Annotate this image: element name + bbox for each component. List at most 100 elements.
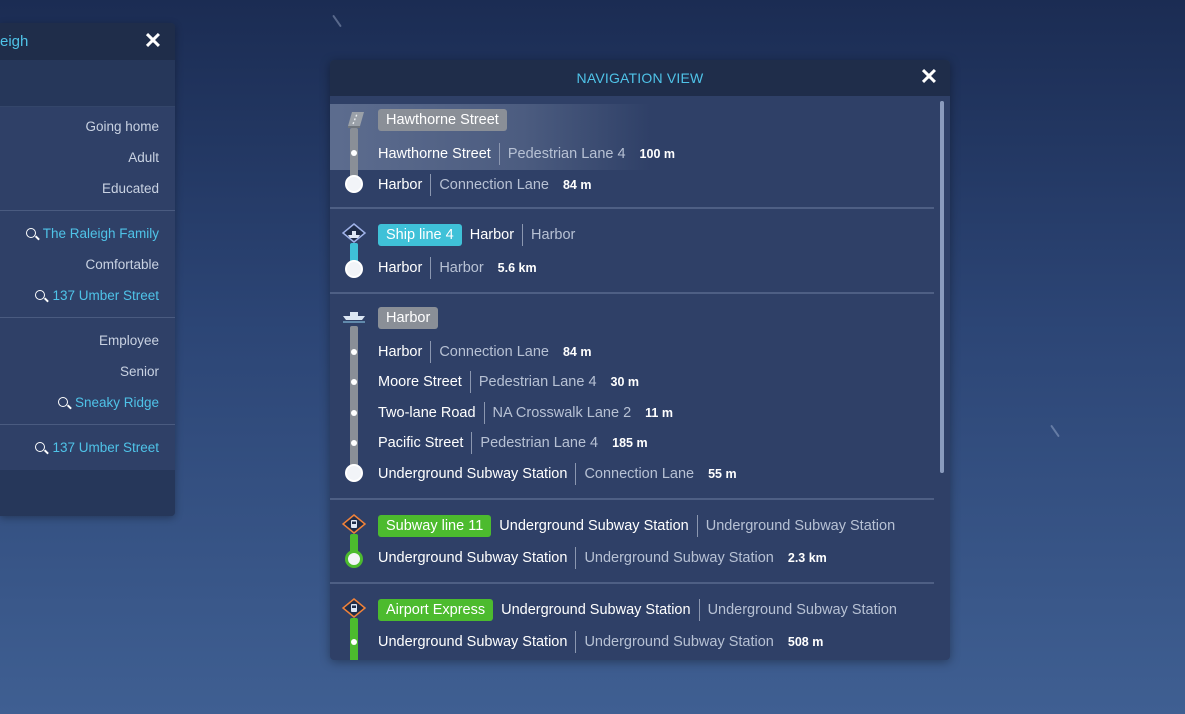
- route-leg: Airport Express Underground Subway Stati…: [330, 584, 934, 660]
- background-speck: [1050, 424, 1060, 438]
- step-distance: 84 m: [562, 178, 592, 192]
- step-distance: 185 m: [612, 436, 648, 450]
- household-link[interactable]: The Raleigh Family: [0, 218, 175, 249]
- route-step[interactable]: Harbor Harbor 5.6 km: [378, 256, 537, 280]
- citizen-panel-footer: [0, 470, 175, 516]
- step-detail: NA Crosswalk Lane 2: [492, 405, 632, 421]
- stop-end-circle: [345, 464, 363, 482]
- leg-destination: Underground Subway Station: [705, 518, 896, 534]
- step-place: Harbor: [378, 344, 423, 360]
- divider: [469, 371, 471, 393]
- route-list[interactable]: Hawthorne Street Hawthorne Street Pedest…: [330, 96, 934, 660]
- navigation-view-header: NAVIGATION VIEW ✕: [330, 60, 950, 96]
- route-leg: Ship line 4 Harbor Harbor Harbor Harbor …: [330, 209, 934, 294]
- divider: [575, 463, 577, 485]
- stop-end-circle: [345, 260, 363, 278]
- subway-icon: [342, 598, 366, 618]
- stop-dot: [351, 379, 357, 385]
- step-place: Moore Street: [378, 374, 462, 390]
- citizen-panel-body: Going home Adult Educated The Raleigh Fa…: [0, 107, 175, 516]
- stop-dot: [351, 639, 357, 645]
- household-label: The Raleigh Family: [42, 226, 159, 241]
- divider: [483, 402, 485, 424]
- step-distance: 55 m: [708, 467, 737, 481]
- location-label: 137 Umber Street: [52, 440, 159, 455]
- route-step[interactable]: Moore Street Pedestrian Lane 4 30 m: [378, 370, 639, 394]
- divider: [575, 631, 577, 653]
- stop-dot: [351, 150, 357, 156]
- citizen-age: Adult: [128, 150, 159, 165]
- step-detail: Pedestrian Lane 4: [478, 374, 597, 390]
- step-place: Underground Subway Station: [378, 466, 568, 482]
- step-distance: 11 m: [645, 406, 673, 420]
- route-step[interactable]: Pacific Street Pedestrian Lane 4 185 m: [378, 431, 648, 455]
- step-detail: Harbor: [439, 260, 484, 276]
- divider: [696, 515, 698, 537]
- close-icon[interactable]: ✕: [143, 30, 163, 52]
- ship-icon: [342, 223, 366, 243]
- divider: [0, 424, 175, 425]
- step-distance: 508 m: [787, 635, 824, 649]
- divider: [522, 224, 524, 246]
- divider: [430, 174, 432, 196]
- leg-header: Subway line 11 Underground Subway Statio…: [378, 514, 895, 538]
- leg-destination: Harbor: [531, 227, 576, 243]
- scrollbar-thumb[interactable]: [940, 101, 944, 473]
- divider: [430, 341, 432, 363]
- stop-end-circle: [345, 550, 363, 568]
- leg-header: Harbor: [378, 306, 446, 330]
- close-icon[interactable]: ✕: [918, 66, 940, 88]
- step-distance: 100 m: [639, 147, 675, 161]
- stop-end-circle: [345, 175, 363, 193]
- divider: [471, 432, 473, 454]
- navigation-view-window: NAVIGATION VIEW ✕ Hawthorne Street Hawth…: [330, 60, 950, 660]
- route-step[interactable]: Harbor Connection Lane 84 m: [378, 173, 591, 197]
- line-badge[interactable]: Airport Express: [378, 599, 494, 621]
- step-detail: Underground Subway Station: [584, 634, 774, 650]
- citizen-job-level: Senior: [119, 364, 159, 379]
- divider: [0, 317, 175, 318]
- line-badge[interactable]: Hawthorne Street: [378, 109, 507, 131]
- step-detail: Pedestrian Lane 4: [480, 435, 599, 451]
- route-step[interactable]: Underground Subway Station Underground S…: [378, 630, 823, 654]
- step-distance: 2.3 km: [787, 551, 827, 565]
- route-leg: Hawthorne Street Hawthorne Street Pedest…: [330, 96, 934, 209]
- citizen-education: Educated: [101, 181, 159, 196]
- workplace-link[interactable]: Sneaky Ridge: [0, 387, 175, 418]
- citizen-name[interactable]: eigh: [0, 33, 28, 50]
- citizen-occupation: Employee: [98, 333, 159, 348]
- home-link[interactable]: 137 Umber Street: [0, 280, 175, 311]
- divider: [430, 257, 432, 279]
- line-badge[interactable]: Harbor: [378, 307, 439, 329]
- route-leg: Subway line 11 Underground Subway Statio…: [330, 500, 934, 584]
- stop-dot: [351, 440, 357, 446]
- leg-header: Ship line 4 Harbor Harbor: [378, 223, 575, 247]
- route-step[interactable]: Two-lane Road NA Crosswalk Lane 2 11 m: [378, 401, 673, 425]
- route-step[interactable]: Harbor Connection Lane 84 m: [378, 340, 591, 364]
- step-distance: 5.6 km: [497, 261, 537, 275]
- leg-destination: Underground Subway Station: [707, 602, 897, 618]
- citizen-goal: Going home: [85, 119, 159, 134]
- leg-header: Airport Express Underground Subway Stati…: [378, 598, 897, 622]
- home-label: 137 Umber Street: [52, 288, 159, 303]
- step-place: Harbor: [378, 260, 423, 276]
- window-title: NAVIGATION VIEW: [576, 70, 704, 86]
- road-icon: [348, 112, 364, 128]
- route-step[interactable]: Underground Subway Station Connection La…: [378, 462, 737, 486]
- step-detail: Connection Lane: [584, 466, 695, 482]
- divider: [0, 210, 175, 211]
- divider: [575, 547, 577, 569]
- workplace-label: Sneaky Ridge: [74, 395, 159, 410]
- step-detail: Connection Lane: [439, 344, 549, 360]
- stop-dot: [351, 349, 357, 355]
- location-link[interactable]: 137 Umber Street: [0, 432, 175, 463]
- step-place: Pacific Street: [378, 435, 464, 451]
- route-step[interactable]: Underground Subway Station Underground S…: [378, 546, 827, 570]
- route-step[interactable]: Hawthorne Street Pedestrian Lane 4 100 m: [378, 142, 675, 166]
- step-distance: 30 m: [610, 375, 640, 389]
- line-badge[interactable]: Ship line 4: [378, 224, 462, 246]
- step-place: Underground Subway Station: [378, 634, 568, 650]
- line-badge[interactable]: Subway line 11: [378, 515, 492, 537]
- citizen-panel-band: [0, 60, 175, 107]
- search-icon: [57, 396, 68, 407]
